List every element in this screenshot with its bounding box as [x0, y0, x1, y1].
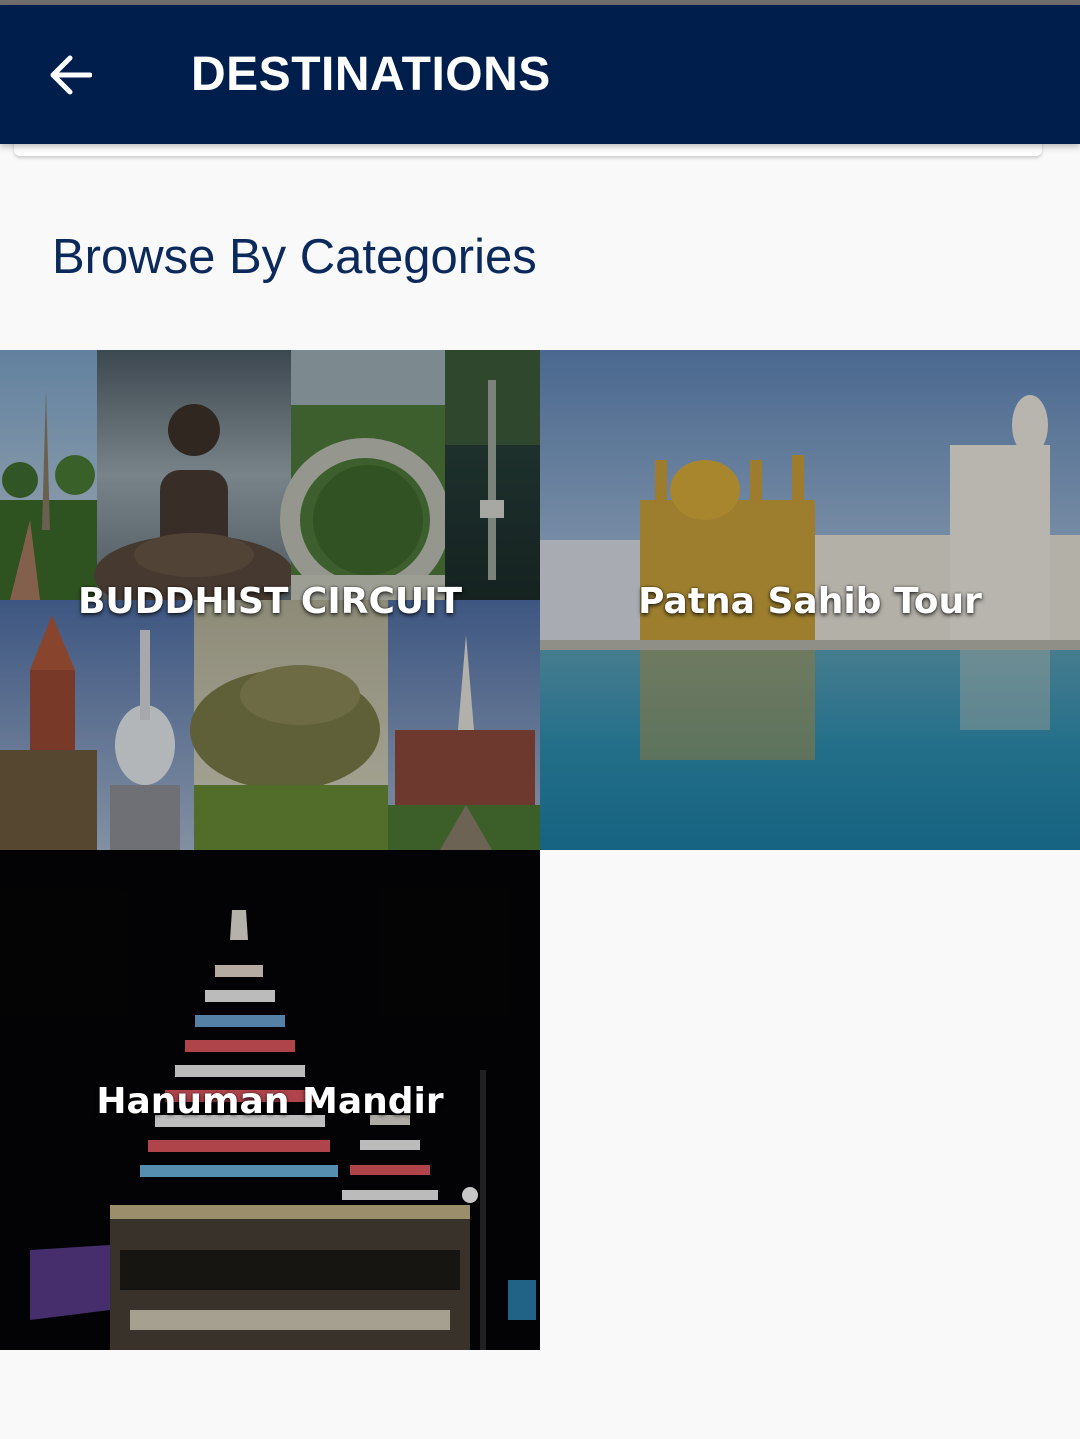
arrow-left-icon — [50, 55, 92, 95]
category-tile-hanuman-mandir[interactable]: Hanuman Mandir — [0, 850, 540, 1350]
category-tile-patna-sahib-tour[interactable]: Patna Sahib Tour — [540, 350, 1080, 850]
page-title: DESTINATIONS — [191, 48, 551, 101]
category-label: Hanuman Mandir — [96, 1081, 444, 1122]
category-label: BUDDHIST CIRCUIT — [77, 581, 463, 622]
back-button[interactable] — [30, 35, 110, 115]
category-tile-buddhist-circuit[interactable]: BUDDHIST CIRCUIT — [0, 350, 540, 850]
app-bar: DESTINATIONS — [0, 5, 1080, 144]
section-heading: Browse By Categories — [52, 230, 537, 284]
category-grid: BUDDHIST CIRCUIT Patna Sahib Tour Hanuma… — [0, 350, 1080, 1350]
category-label: Patna Sahib Tour — [638, 581, 982, 622]
